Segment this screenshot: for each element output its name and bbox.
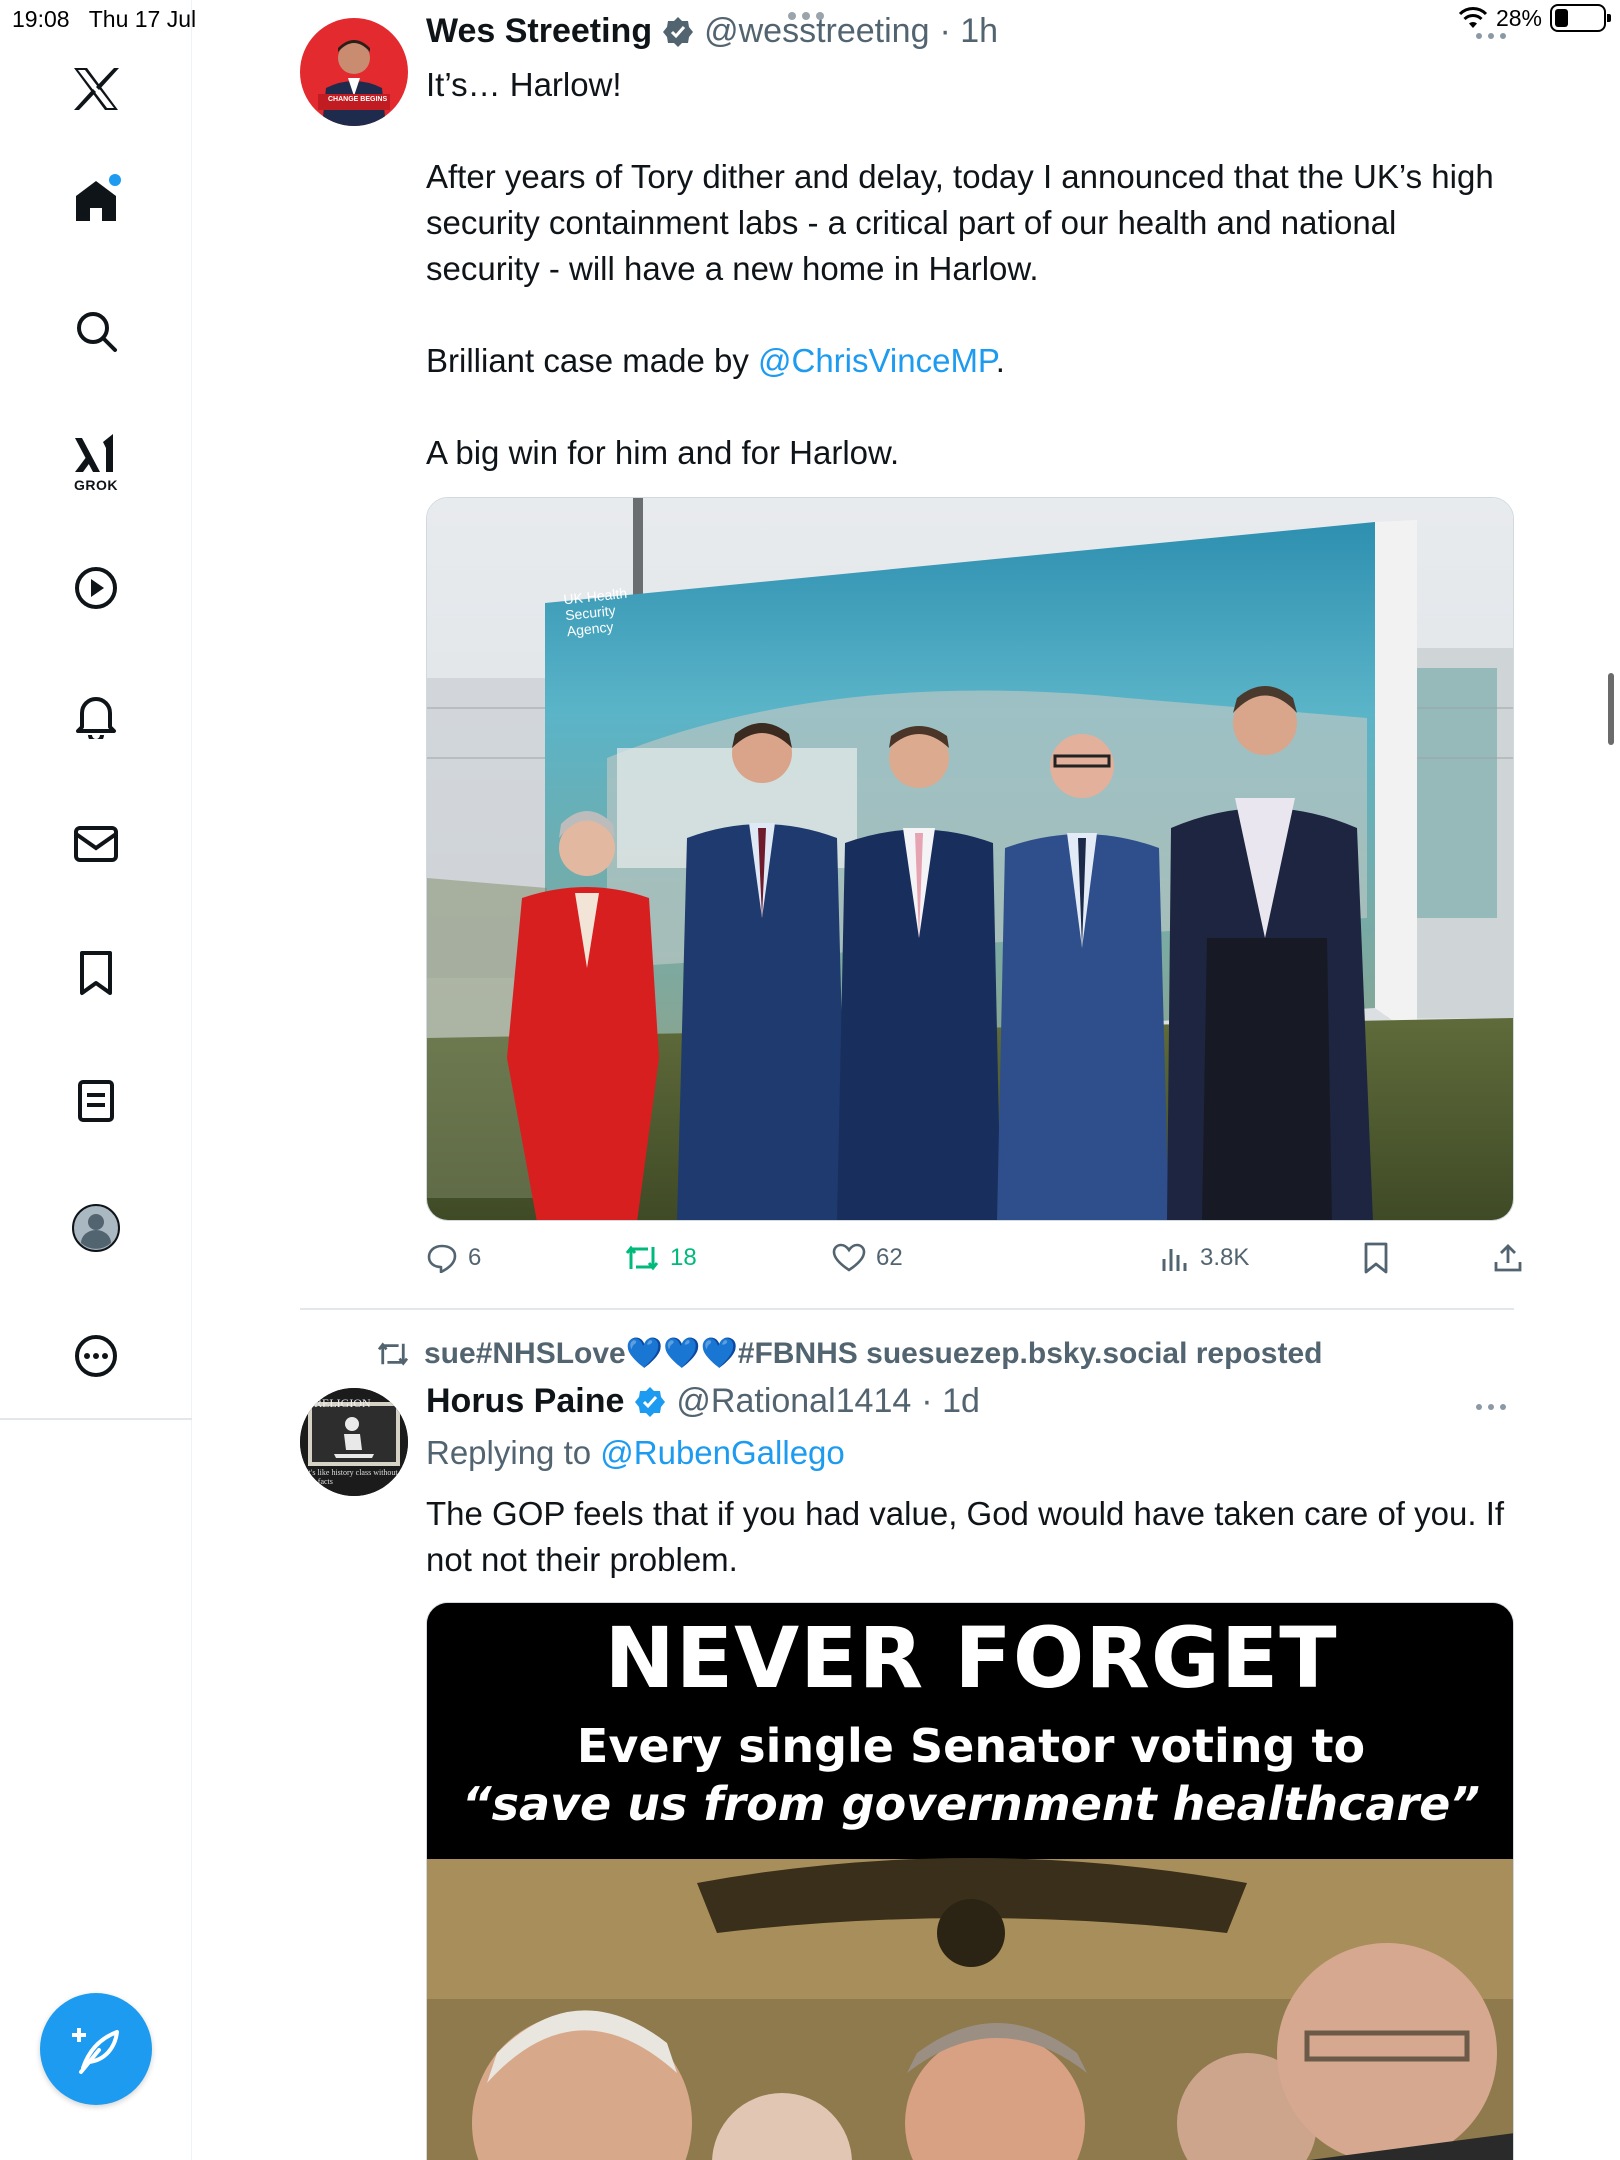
nav-home[interactable] xyxy=(63,168,129,234)
nav-lists[interactable] xyxy=(63,1068,129,1134)
grok-label: GROK xyxy=(74,476,118,493)
author-handle[interactable]: @Rational1414 xyxy=(676,1382,911,1421)
status-indicators: 28% xyxy=(1458,4,1611,32)
image-subline: “save us from government healthcare” xyxy=(462,1777,1480,1831)
nav-profile[interactable] xyxy=(63,1195,129,1261)
tweet-time[interactable]: · 1h xyxy=(940,12,999,51)
tweet-divider xyxy=(300,1308,1514,1310)
avatar-caption: CHANGE BEGINS xyxy=(328,96,388,103)
battery-icon xyxy=(1550,4,1611,32)
billboard-text: UK Health Security Agency xyxy=(562,584,628,640)
image-subline: Every single Senator voting to xyxy=(576,1719,1366,1773)
tweet-paragraph: The GOP feels that if you had value, God… xyxy=(426,1495,1505,1578)
tweet-text: The GOP feels that if you had value, God… xyxy=(426,1491,1516,1583)
compose-button[interactable] xyxy=(40,1993,152,2105)
tweet-photo[interactable]: NEVER FORGET Every single Senator voting… xyxy=(426,1602,1514,2160)
avatar-text: It's like history class without the fact… xyxy=(306,1468,398,1486)
x-logo-icon[interactable] xyxy=(63,56,129,122)
tweet-header: Horus Paine @Rational1414 · 1d xyxy=(426,1382,980,1421)
like-button[interactable]: 62 xyxy=(832,1243,903,1273)
views-chart-icon xyxy=(1162,1249,1187,1271)
tweet-header: Wes Streeting @wesstreeting · 1h xyxy=(426,12,998,51)
verified-badge-icon xyxy=(635,1386,666,1417)
image-headline: NEVER FORGET xyxy=(604,1609,1338,1707)
play-icon xyxy=(75,567,117,609)
battery-percent: 28% xyxy=(1495,4,1542,31)
tweet-paragraph: After years of Tory dither and delay, to… xyxy=(426,158,1494,287)
avatar-text: RELIGION xyxy=(314,1396,371,1410)
sidebar-divider xyxy=(0,1418,192,1420)
replying-to: Replying to @RubenGallego xyxy=(426,1434,845,1471)
repost-by: sue#NHSLove💙💙💙#FBNHS suesuezep.bsky.soci… xyxy=(424,1337,1323,1370)
tweet-line: It’s… Harlow! xyxy=(426,66,622,103)
tweet-photo[interactable]: UK Health Security Agency xyxy=(426,497,1514,1221)
nav-messages[interactable] xyxy=(63,811,129,877)
tweet-paragraph: A big win for him and for Harlow. xyxy=(426,434,900,471)
like-count: 62 xyxy=(876,1244,903,1271)
more-circle-icon xyxy=(75,1335,117,1377)
nav-explore[interactable] xyxy=(63,298,129,364)
more-options-icon[interactable] xyxy=(1476,33,1506,39)
tweet-text: It’s… Harlow! After years of Tory dither… xyxy=(426,62,1516,476)
wifi-icon xyxy=(1458,7,1488,28)
nav-grok[interactable]: GROK xyxy=(63,424,129,500)
more-options-icon[interactable] xyxy=(1476,1404,1506,1410)
bell-icon xyxy=(76,697,116,739)
reply-count: 6 xyxy=(468,1244,482,1271)
compose-feather-icon xyxy=(72,2028,119,2074)
views-count: 3.8K xyxy=(1200,1244,1250,1271)
profile-icon xyxy=(72,1204,120,1252)
bookmark-icon xyxy=(80,951,112,995)
avatar[interactable]: RELIGION It's like history class without… xyxy=(300,1388,408,1496)
nav-notifications[interactable] xyxy=(63,683,129,749)
author-name[interactable]: Horus Paine xyxy=(426,1382,624,1421)
notification-dot xyxy=(109,174,121,186)
nav-more[interactable] xyxy=(63,1323,129,1389)
author-handle[interactable]: @wesstreeting xyxy=(704,12,929,51)
search-icon xyxy=(77,312,117,352)
verified-badge-icon xyxy=(663,16,694,47)
bookmark-icon xyxy=(1364,1242,1388,1274)
repost-icon xyxy=(377,1341,409,1366)
heart-icon xyxy=(832,1243,866,1272)
nav-bookmarks[interactable] xyxy=(63,940,129,1006)
scrollbar[interactable] xyxy=(1608,673,1614,745)
views-button[interactable]: 3.8K xyxy=(1160,1243,1249,1273)
tweet-actions: 6 18 62 3.8K xyxy=(426,1240,1522,1276)
mail-icon xyxy=(74,826,118,862)
mention-link[interactable]: @ChrisVinceMP xyxy=(758,342,996,379)
repost-count: 18 xyxy=(670,1244,697,1271)
share-icon xyxy=(1494,1244,1522,1272)
replying-to-link[interactable]: @RubenGallego xyxy=(600,1434,845,1471)
repost-icon xyxy=(625,1245,659,1271)
tweet-time[interactable]: · 1d xyxy=(921,1382,980,1421)
tweet-paragraph-mention: Brilliant case made by @ChrisVinceMP. xyxy=(426,342,1005,379)
bookmark-button[interactable] xyxy=(1362,1242,1390,1274)
avatar[interactable]: CHANGE BEGINS xyxy=(300,18,408,126)
grok-icon xyxy=(75,433,113,472)
list-icon xyxy=(78,1080,114,1122)
author-name[interactable]: Wes Streeting xyxy=(426,12,652,51)
reply-button[interactable]: 6 xyxy=(426,1243,481,1273)
reply-icon xyxy=(427,1244,457,1273)
repost-button[interactable]: 18 xyxy=(624,1243,697,1273)
repost-context[interactable]: sue#NHSLove💙💙💙#FBNHS suesuezep.bsky.soci… xyxy=(376,1336,1322,1371)
share-button[interactable] xyxy=(1492,1242,1524,1274)
sidebar: GROK xyxy=(0,0,192,2160)
nav-videos[interactable] xyxy=(63,555,129,621)
